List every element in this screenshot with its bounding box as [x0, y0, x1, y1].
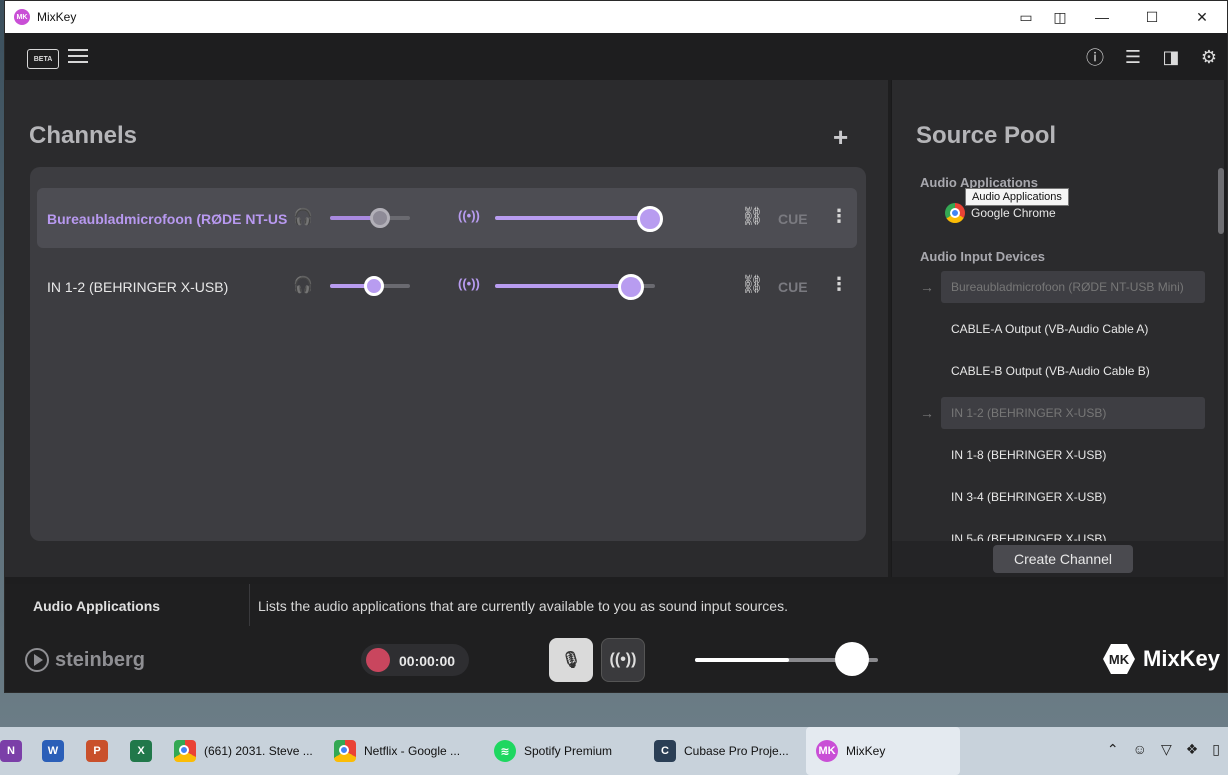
help-bar: Audio Applications Lists the audio appli… — [5, 584, 1224, 626]
headphones-icon[interactable]: 🎧 — [293, 207, 313, 227]
steinberg-logo: steinberg — [25, 648, 145, 672]
source-device-item[interactable]: IN 5-6 (BEHRINGER X-USB) — [941, 523, 1205, 541]
tray-vpn-icon[interactable]: ▽ — [1161, 741, 1172, 758]
close-button[interactable]: ✕ — [1177, 1, 1227, 33]
divider — [249, 584, 250, 626]
source-device-item[interactable]: CABLE-B Output (VB-Audio Cable B) — [941, 355, 1205, 387]
record-button[interactable] — [366, 648, 390, 672]
source-device-item[interactable]: CABLE-A Output (VB-Audio Cable A) — [941, 313, 1205, 345]
channel-row[interactable]: IN 1-2 (BEHRINGER X-USB) 🎧 ((•)) ⛓ CUE ⋮ — [37, 256, 857, 316]
cue-button[interactable]: CUE — [778, 211, 808, 227]
record-control: 00:00:00 — [361, 644, 469, 676]
excel-icon[interactable]: X — [130, 727, 152, 775]
steinberg-play-icon — [25, 648, 49, 672]
source-device-item[interactable]: IN 1-2 (BEHRINGER X-USB) — [941, 397, 1205, 429]
side-panel-icon[interactable]: ◨ — [1159, 45, 1183, 69]
channels-title: Channels — [29, 122, 138, 149]
window-title: MixKey — [37, 10, 77, 24]
help-title: Audio Applications — [33, 598, 161, 614]
arrow-right-icon: → — [920, 405, 934, 421]
pin-window-icon[interactable]: ◫ — [1043, 1, 1077, 33]
mini-mode-icon[interactable]: ▭ — [1009, 1, 1043, 33]
source-device-item[interactable]: IN 3-4 (BEHRINGER X-USB) — [941, 481, 1205, 513]
word-icon[interactable]: W — [42, 727, 64, 775]
audio-input-devices-header: Audio Input Devices — [920, 249, 1045, 264]
chevron-up-icon[interactable]: ⌃ — [1107, 741, 1119, 758]
system-tray: ⌃ ☺ ▽ ❖ ▯ — [1107, 741, 1220, 758]
source-app-item[interactable]: Google Chrome — [945, 203, 1056, 223]
channels-panel: Channels + Bureaubladmicrofoon (RØDE NT-… — [5, 80, 888, 577]
source-pool-scrollbar[interactable] — [1218, 168, 1224, 234]
channel-list: Bureaubladmicrofoon (RØDE NT-USB Mini) 🎧… — [30, 167, 866, 541]
spotify-icon: ≋ — [494, 740, 516, 762]
mixkey-logo: MK MixKey — [1103, 644, 1220, 674]
broadcast-icon[interactable]: ((•)) — [458, 276, 480, 291]
add-channel-button[interactable]: + — [833, 122, 848, 153]
tray-more-icon[interactable]: ▯ — [1212, 741, 1220, 758]
taskbar-item[interactable]: C Cubase Pro Proje... — [654, 727, 789, 775]
source-pool-footer: Create Channel — [892, 541, 1224, 577]
powerpoint-icon[interactable]: P — [86, 727, 108, 775]
windows-taskbar: N W P X (661) 2031. Steve ... Netflix - … — [0, 727, 1228, 775]
master-volume-fill — [695, 658, 790, 662]
mixkey-badge-icon: MK — [1103, 644, 1135, 674]
source-device-item[interactable]: Bureaubladmicrofoon (RØDE NT-USB Mini) — [941, 271, 1205, 303]
help-description: Lists the audio applications that are cu… — [258, 598, 788, 614]
title-bar[interactable]: MK MixKey ▭ ◫ — ☐ ✕ — [5, 1, 1227, 33]
taskbar-item[interactable]: Netflix - Google ... — [334, 727, 460, 775]
cubase-icon: C — [654, 740, 676, 762]
headphones-icon[interactable]: 🎧 — [293, 275, 313, 295]
onenote-icon[interactable]: N — [0, 727, 22, 775]
taskbar-item[interactable]: (661) 2031. Steve ... — [174, 727, 313, 775]
chrome-icon — [334, 740, 356, 762]
tray-app-icon[interactable]: ☺ — [1133, 741, 1147, 758]
broadcast-button[interactable]: ((•)) — [601, 638, 645, 682]
transport-bar: steinberg 00:00:00 🎙 ((•)) MK MixKey — [5, 626, 1224, 692]
broadcast-slider-handle[interactable] — [618, 274, 644, 300]
chrome-icon — [945, 203, 965, 223]
master-volume-slider[interactable] — [695, 642, 878, 676]
app-toolbar: BETA ⓘ ☰ ◨ ⚙ — [5, 33, 1227, 81]
link-icon[interactable]: ⛓ — [741, 274, 764, 295]
beta-badge[interactable]: BETA — [27, 49, 59, 69]
link-icon[interactable]: ⛓ — [741, 206, 764, 227]
dropbox-icon[interactable]: ❖ — [1186, 741, 1199, 758]
more-options-icon[interactable]: ⋮ — [830, 206, 848, 227]
source-pool-panel: Source Pool Audio Applications Audio App… — [891, 80, 1224, 577]
taskbar-item[interactable]: ≋ Spotify Premium — [494, 727, 612, 775]
broadcast-icon[interactable]: ((•)) — [458, 208, 480, 223]
monitor-slider-handle[interactable] — [369, 208, 390, 228]
maximize-button[interactable]: ☐ — [1127, 1, 1177, 33]
source-pool-title: Source Pool — [916, 122, 1057, 149]
channel-name: IN 1-2 (BEHRINGER X-USB) — [47, 279, 229, 295]
info-icon[interactable]: ⓘ — [1083, 45, 1107, 69]
record-timer: 00:00:00 — [399, 653, 456, 669]
broadcast-slider-handle[interactable] — [637, 206, 664, 232]
cue-button[interactable]: CUE — [778, 279, 808, 295]
mixkey-icon: MK — [816, 740, 838, 762]
broadcast-slider[interactable] — [495, 216, 655, 220]
source-device-item[interactable]: IN 1-8 (BEHRINGER X-USB) — [941, 439, 1205, 471]
arrow-right-icon: → — [920, 279, 934, 295]
settings-gear-icon[interactable]: ⚙ — [1197, 45, 1221, 69]
menu-icon[interactable] — [68, 49, 88, 65]
minimize-button[interactable]: — — [1077, 1, 1127, 33]
create-channel-button[interactable]: Create Channel — [993, 545, 1133, 573]
taskbar-item[interactable]: MK MixKey — [806, 727, 960, 775]
mixkey-logo-icon: MK — [14, 9, 30, 25]
list-add-icon[interactable]: ☰ — [1121, 45, 1145, 69]
master-volume-handle[interactable] — [835, 642, 870, 676]
more-options-icon[interactable]: ⋮ — [830, 274, 848, 295]
microphone-button[interactable]: 🎙 — [549, 638, 593, 682]
channel-name: Bureaubladmicrofoon (RØDE NT-USB Mini) — [47, 211, 287, 227]
monitor-slider-handle[interactable] — [364, 276, 384, 296]
chrome-icon — [174, 740, 196, 762]
channel-row[interactable]: Bureaubladmicrofoon (RØDE NT-USB Mini) 🎧… — [37, 188, 857, 248]
